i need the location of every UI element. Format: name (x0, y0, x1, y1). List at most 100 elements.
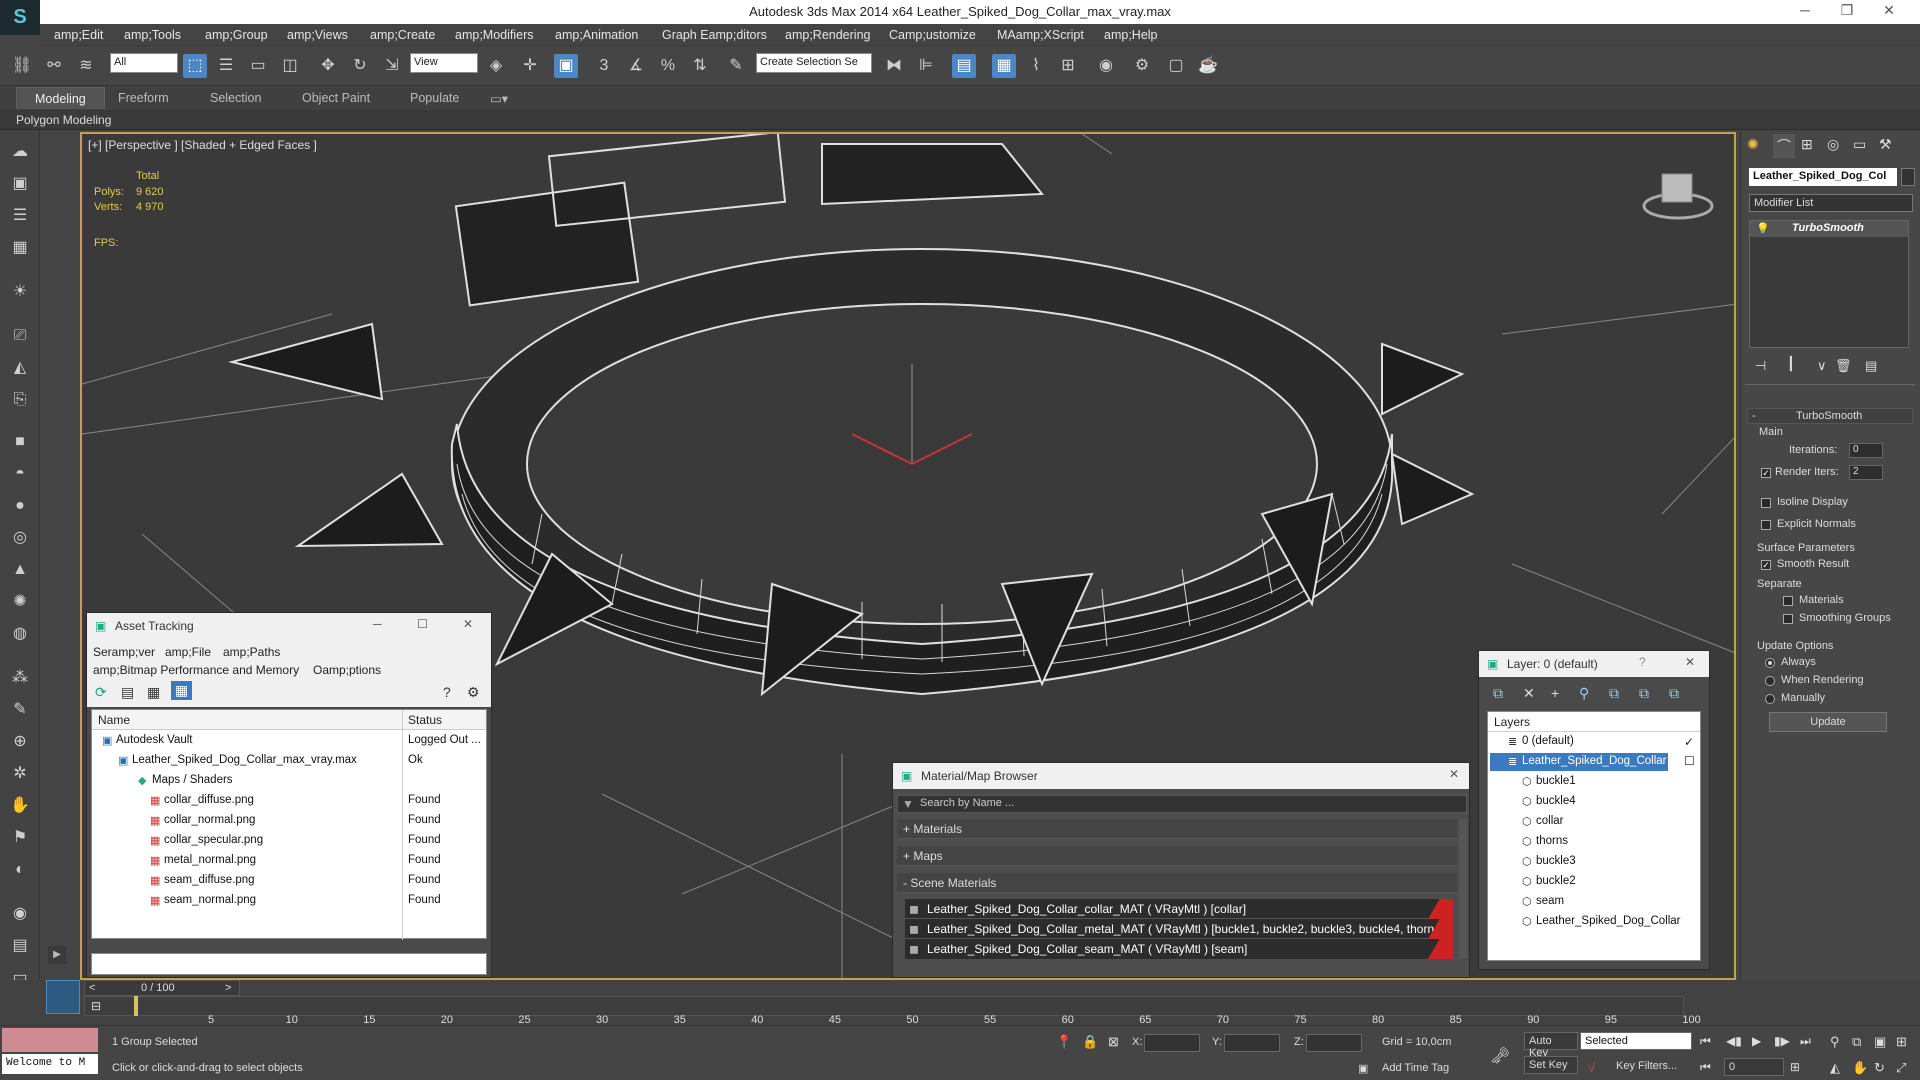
pan-icon[interactable]: ✋ (1852, 1060, 1868, 1076)
menu-edit[interactable]: amp;Edit (54, 28, 103, 42)
script-icon[interactable]: ▤ (7, 934, 33, 958)
motion-tab-icon[interactable]: ◎ (1827, 136, 1839, 153)
maximize-button[interactable]: ❐ (1832, 2, 1862, 22)
smooth-result-checkbox[interactable]: ✓ (1761, 560, 1771, 570)
time-slider[interactable]: < 0 / 100 > (84, 980, 240, 996)
bulb-icon[interactable]: 💡 (1756, 222, 1770, 235)
zoom-extents-all-icon[interactable]: ⊞ (1896, 1034, 1907, 1050)
orbit-icon[interactable]: ↻ (1874, 1060, 1885, 1076)
go-to-end-icon[interactable]: ⏭ (1800, 1034, 1811, 1049)
asset-row[interactable]: ▣ Leather_Spiked_Dog_Collar_max_vray.max O… (92, 751, 486, 771)
configure-sets-icon[interactable]: ▤ (1865, 358, 1877, 374)
menu-views[interactable]: amp;Views (287, 28, 348, 42)
menu-group[interactable]: amp;Group (205, 28, 268, 42)
list-view-icon[interactable]: ▤ (121, 684, 134, 701)
menu-modifiers[interactable]: amp;Modifiers (455, 28, 534, 42)
browser-scrollbar[interactable] (1459, 819, 1467, 959)
add-time-tag[interactable]: Add Time Tag (1382, 1062, 1449, 1074)
browser-search-input[interactable]: ▼ Search by Name ... (897, 795, 1467, 813)
tab-object-paint[interactable]: Object Paint (302, 91, 370, 105)
field-of-view-icon[interactable]: ◭ (1830, 1060, 1840, 1076)
move-icon[interactable]: ✥ (316, 54, 340, 78)
object-color-swatch[interactable] (1901, 168, 1915, 186)
go-to-start-icon[interactable]: ⏮ (1700, 1034, 1711, 1049)
trackbar[interactable]: ⊟ (84, 996, 1684, 1016)
expand-arrow-icon[interactable]: ▶ (48, 946, 66, 964)
paint-icon[interactable]: ✎ (7, 698, 33, 722)
key-selection-dropdown[interactable]: Selected (1580, 1032, 1692, 1050)
layer-item[interactable]: ⬡ seam (1490, 893, 1698, 911)
particles-icon[interactable]: ⁂ (7, 666, 33, 690)
layer-item[interactable]: ⬡ Leather_Spiked_Dog_Collar (1490, 913, 1698, 931)
settings-icon[interactable]: ⚙ (467, 684, 480, 701)
show-end-result-icon[interactable]: ┃ (1787, 356, 1795, 372)
active-layer-check-icon[interactable]: ✓ (1684, 735, 1694, 749)
object-name-field[interactable]: Leather_Spiked_Dog_Col (1749, 168, 1897, 186)
mirror-icon[interactable]: ⧓ (882, 54, 906, 78)
graphite-ribbon-icon[interactable]: ▦ (992, 54, 1016, 78)
keyboard-shortcut-override-icon[interactable]: ▣ (554, 54, 578, 78)
asset-row[interactable]: ▦ collar_normal.png Found (92, 811, 486, 831)
layer-item[interactable]: ⬡ buckle2 (1490, 873, 1698, 891)
asset-row[interactable]: ▦ metal_normal.png Found (92, 851, 486, 871)
pin-stack-icon[interactable]: ⊣ (1755, 358, 1766, 374)
bind-space-warp-icon[interactable]: ≋ (74, 54, 98, 78)
select-object-icon[interactable]: ⬚ (183, 54, 207, 78)
turbosmooth-rollout-header[interactable]: - TurboSmooth (1747, 408, 1913, 424)
play-icon[interactable]: ▶ (1752, 1034, 1761, 1048)
details-view-icon[interactable]: ▦ (147, 684, 160, 701)
next-frame-icon[interactable]: ▮▶ (1774, 1034, 1790, 1048)
tab-selection[interactable]: Selection (210, 91, 261, 105)
material-item[interactable]: ◼ Leather_Spiked_Dog_Collar_collar_MAT (… (905, 899, 1453, 919)
asset-path-field[interactable] (91, 953, 487, 975)
zoom-all-icon[interactable]: ⧉ (1852, 1034, 1861, 1050)
isolate-icon[interactable]: 📍 (1056, 1034, 1072, 1050)
smoothing-groups-checkbox[interactable] (1783, 614, 1793, 624)
maxscript-welcome[interactable]: Welcome to M (2, 1054, 98, 1074)
refresh-icon[interactable]: ⟳ (95, 684, 107, 701)
tab-populate[interactable]: Populate (410, 91, 459, 105)
reference-coordinate-dropdown[interactable]: View (410, 53, 478, 73)
asset-row[interactable]: ▦ collar_diffuse.png Found (92, 791, 486, 811)
link-icon[interactable]: ⛓ (10, 54, 34, 78)
zoom-extents-icon[interactable]: ▣ (1874, 1034, 1886, 1050)
key-filters-button[interactable]: Key Filters... (1616, 1060, 1677, 1072)
set-key-button[interactable]: Set Key (1524, 1056, 1578, 1074)
menu-animation[interactable]: amp;Animation (555, 28, 638, 42)
y-coordinate-field[interactable] (1224, 1034, 1280, 1052)
menu-customize[interactable]: Camp;ustomize (889, 28, 976, 42)
lock-icon[interactable]: 🔒 (1082, 1034, 1098, 1050)
menu-graph-editors[interactable]: Graph Eamp;ditors (662, 28, 767, 42)
previous-frame-icon[interactable]: ◀▮ (1726, 1034, 1742, 1048)
section-materials[interactable]: + Materials (897, 819, 1457, 839)
absolute-mode-icon[interactable]: ⊠ (1108, 1034, 1119, 1050)
new-layer-icon[interactable]: ⧉ (1493, 685, 1503, 702)
rotate-icon[interactable]: ↻ (348, 54, 372, 78)
update-manually-radio[interactable] (1765, 694, 1775, 704)
menu-create[interactable]: amp;Create (370, 28, 435, 42)
timeline-toggle[interactable] (46, 980, 80, 1014)
asset-menu-paths[interactable]: amp;Paths (223, 645, 280, 659)
key-curve-icon[interactable]: √ (1588, 1060, 1595, 1075)
column-status-header[interactable]: Status (408, 713, 442, 727)
sphere-icon[interactable]: ● (7, 494, 33, 518)
asset-close-button[interactable]: ✕ (463, 617, 473, 631)
grid-icon[interactable]: ▦ (7, 236, 33, 260)
asset-row[interactable]: ◆ Maps / Shaders (92, 771, 486, 791)
ball-icon[interactable]: ◍ (7, 622, 33, 646)
display-tab-icon[interactable]: ▭ (1853, 136, 1866, 153)
set-key-mode-icon[interactable]: 🗝 (1490, 1046, 1510, 1066)
section-scene-materials[interactable]: - Scene Materials (897, 873, 1457, 893)
hemisphere-icon[interactable]: ◓ (7, 462, 33, 486)
separate-materials-checkbox[interactable] (1783, 596, 1793, 606)
add-time-tag-icon[interactable]: ▣ (1358, 1062, 1368, 1075)
current-frame-field[interactable]: 0 (1724, 1058, 1784, 1076)
camera-icon[interactable]: ⎚ (7, 324, 33, 348)
spinner-snap-icon[interactable]: ⇅ (688, 54, 712, 78)
film-icon[interactable]: ⎘ (7, 388, 33, 412)
material-item[interactable]: ◼ Leather_Spiked_Dog_Collar_metal_MAT ( … (905, 919, 1453, 939)
polygon-modeling-label[interactable]: Polygon Modeling (16, 113, 111, 127)
layer-item[interactable]: ⬡ thorns (1490, 833, 1698, 851)
section-maps[interactable]: + Maps (897, 846, 1457, 866)
search-dropdown-icon[interactable]: ▼ (902, 797, 914, 811)
